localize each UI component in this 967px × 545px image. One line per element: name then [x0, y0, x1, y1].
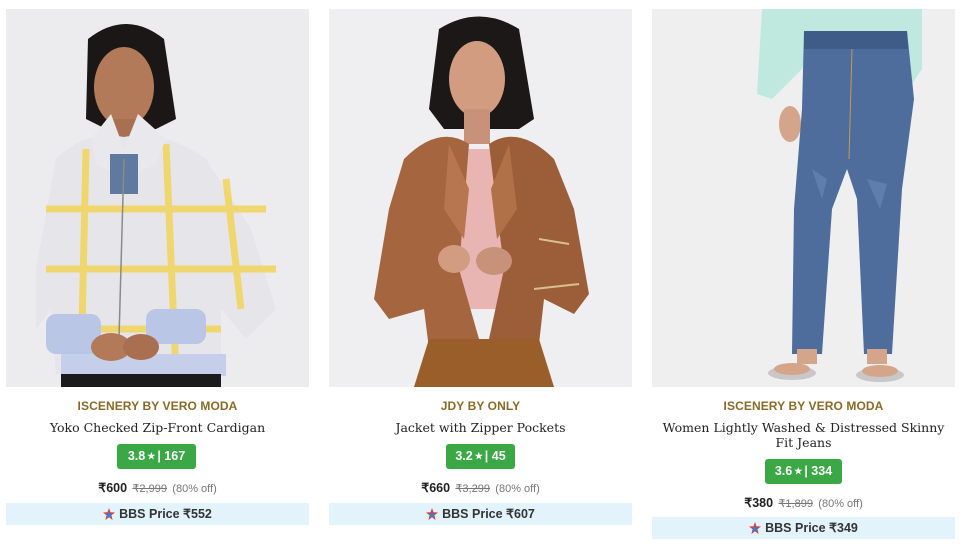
product-image[interactable]	[329, 9, 632, 387]
product-card[interactable]: JDY BY ONLY Jacket with Zipper Pockets 3…	[329, 9, 632, 545]
rating-badge: 3.2 ★ | 45	[446, 444, 515, 469]
original-price: ₹3,299	[455, 483, 490, 495]
bbs-price: BBS Price ₹349	[765, 521, 858, 535]
discount-text: (80% off)	[495, 483, 540, 495]
bbs-price-banner: BBS Price ₹349	[652, 517, 955, 539]
original-price: ₹1,899	[778, 498, 813, 510]
rating-count: 167	[164, 449, 186, 463]
product-brand: ISCENERY BY VERO MODA	[77, 399, 238, 413]
rating-separator: |	[484, 449, 489, 463]
jacket-product-image	[329, 9, 632, 387]
rating-value: 3.6	[774, 464, 793, 478]
price-row: ₹600 ₹2,999 (80% off)	[6, 480, 309, 495]
discount-text: (80% off)	[172, 483, 217, 495]
selling-price: ₹660	[421, 481, 451, 495]
star-icon: ★	[794, 466, 803, 476]
selling-price: ₹380	[744, 496, 774, 510]
product-brand: ISCENERY BY VERO MODA	[723, 399, 884, 413]
product-title[interactable]: Yoko Checked Zip-Front Cardigan	[12, 420, 303, 435]
rating-count: 45	[491, 449, 506, 463]
rating-value: 3.2	[455, 449, 473, 463]
bbs-logo-icon	[426, 508, 439, 520]
product-card[interactable]: ISCENERY BY VERO MODA Yoko Checked Zip-F…	[6, 9, 309, 545]
product-title[interactable]: Women Lightly Washed & Distressed Skinny…	[658, 420, 949, 450]
rating-value: 3.8	[127, 449, 146, 463]
bbs-price: BBS Price ₹607	[442, 507, 535, 521]
cardigan-product-image	[6, 9, 309, 387]
discount-text: (80% off)	[818, 498, 863, 510]
product-brand: JDY BY ONLY	[440, 399, 521, 413]
rating-badge: 3.6 ★ | 334	[765, 459, 842, 484]
product-image[interactable]	[6, 9, 309, 387]
rating-count: 334	[811, 464, 833, 478]
rating-separator: |	[157, 449, 161, 463]
product-card[interactable]: ISCENERY BY VERO MODA Women Lightly Wash…	[652, 9, 955, 545]
rating-separator: |	[804, 464, 808, 478]
bbs-price-banner: BBS Price ₹607	[329, 503, 632, 525]
bbs-price: BBS Price ₹552	[119, 507, 212, 521]
jeans-product-image	[652, 9, 955, 387]
bbs-logo-icon	[103, 508, 116, 520]
original-price: ₹2,999	[132, 483, 167, 495]
star-icon: ★	[147, 451, 156, 461]
rating-badge: 3.8 ★ | 167	[117, 444, 196, 469]
product-title[interactable]: Jacket with Zipper Pockets	[335, 420, 626, 435]
price-row: ₹660 ₹3,299 (80% off)	[329, 480, 632, 495]
price-row: ₹380 ₹1,899 (80% off)	[652, 495, 955, 510]
bbs-logo-icon	[749, 522, 762, 534]
selling-price: ₹600	[98, 481, 128, 495]
star-icon: ★	[474, 451, 483, 461]
bbs-price-banner: BBS Price ₹552	[6, 503, 309, 525]
product-image[interactable]	[652, 9, 955, 387]
